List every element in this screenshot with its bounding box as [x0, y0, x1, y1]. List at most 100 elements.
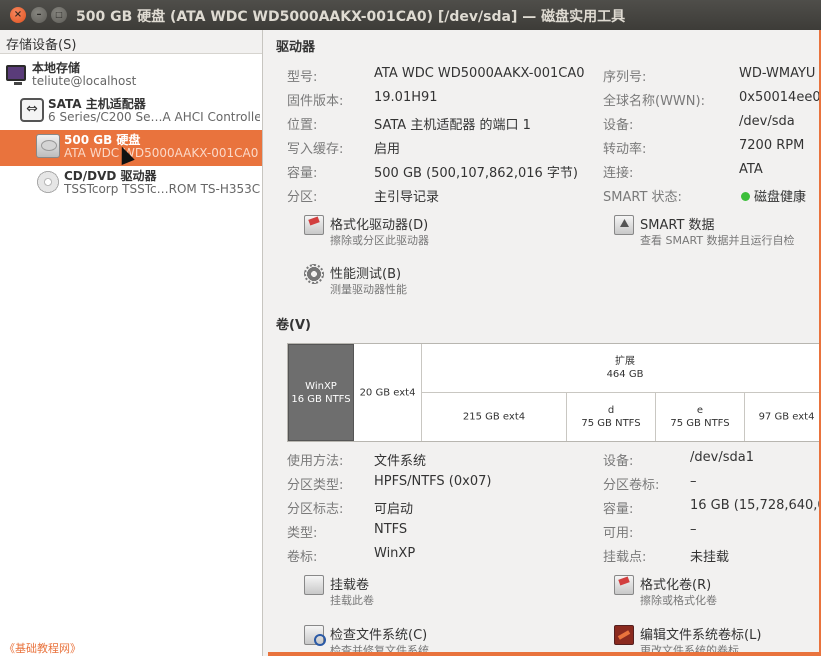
vol-mount-point-value: 未挂载 [690, 550, 730, 565]
drive-connection-value: ATA [739, 162, 763, 177]
drive-connection-label: 连接: [603, 166, 634, 181]
partition-winxp[interactable]: WinXP 16 GB NTFS [288, 344, 354, 441]
drive-smart-value: 磁盘健康 [741, 186, 806, 205]
format-drive-desc: 擦除或分区此驱动器 [330, 234, 429, 247]
partition-size: 215 GB ext4 [462, 411, 526, 423]
partition-name: d [607, 405, 615, 416]
cdrom-icon [36, 170, 60, 194]
partition-extended[interactable]: 扩展 464 GB [422, 344, 821, 393]
format-volume-desc: 擦除或格式化卷 [640, 594, 717, 607]
vol-capacity-label: 容量: [603, 502, 634, 517]
drive-device-label: 设备: [603, 118, 634, 133]
vol-available-label: 可用: [603, 526, 634, 541]
sidebar-item-subtitle: teliute@localhost [32, 74, 137, 88]
partition-size: 20 GB ext4 [359, 387, 416, 398]
drive-serial-label: 序列号: [603, 70, 647, 85]
partition-ext4-20gb[interactable]: 20 GB ext4 [354, 344, 422, 441]
mount-volume-desc: 挂载此卷 [330, 594, 374, 607]
volume-map: WinXP 16 GB NTFS 20 GB ext4 扩展 464 GB 215 … [287, 343, 821, 442]
drive-capacity-label: 容量: [287, 166, 318, 181]
sidebar-item-subtitle: TSSTcorp TSSTc…ROM TS-H353C [64, 182, 260, 196]
drive-location-label: 位置: [287, 118, 318, 133]
vol-device-value: /dev/sda1 [690, 450, 754, 465]
benchmark-icon [304, 264, 324, 284]
sidebar-item-subtitle: 6 Series/C200 Se…A AHCI Controller [48, 110, 260, 124]
sidebar-item-local-storage[interactable]: 本地存储 teliute@localhost [0, 58, 262, 94]
partition-size: 16 GB NTFS [291, 393, 351, 405]
partition-name: 扩展 [615, 356, 635, 367]
vol-label-label: 卷标: [287, 550, 318, 565]
format-drive-icon [304, 215, 324, 235]
drive-write-cache-value: 启用 [374, 142, 401, 157]
maximize-window-button[interactable]: □ [51, 7, 67, 23]
drive-model-value: ATA WDC WD5000AAKX-001CA0 [374, 66, 585, 81]
sata-adapter-icon: ⇔ [20, 98, 44, 122]
benchmark-label: 性能测试(B) [330, 267, 402, 282]
main-panel: 驱动器 型号: ATA WDC WD5000AAKX-001CA0 固件版本: … [264, 30, 821, 656]
check-filesystem-icon [304, 625, 326, 646]
vol-usage-label: 使用方法: [287, 454, 344, 469]
smart-status-text: 磁盘健康 [754, 190, 807, 205]
vol-mount-point-label: 挂载点: [603, 550, 647, 565]
vol-type-value: NTFS [374, 522, 408, 537]
smart-data-label: SMART 数据 [640, 218, 715, 233]
hard-disk-icon [36, 134, 60, 158]
format-volume-icon [614, 575, 634, 595]
partition-size: 97 GB ext4 [758, 411, 815, 423]
drive-device-value: /dev/sda [739, 114, 795, 129]
mount-volume-icon [304, 575, 324, 595]
drive-partitioning-value: 主引导记录 [374, 190, 440, 205]
partition-name: WinXP [305, 380, 337, 392]
vol-partition-type-label: 分区类型: [287, 478, 344, 493]
drive-model-label: 型号: [287, 70, 318, 85]
check-filesystem-label: 检查文件系统(C) [330, 628, 428, 643]
monitor-icon [6, 65, 26, 85]
partition-e[interactable]: e 75 GB NTFS [656, 393, 745, 441]
window-title: 500 GB 硬盘 (ATA WDC WD5000AAKX-001CA0) [/… [76, 9, 626, 25]
partition-size: 75 GB NTFS [670, 418, 730, 429]
vol-type-label: 类型: [287, 526, 318, 541]
sidebar-item-sata-adapter[interactable]: ⇔ SATA 主机适配器 6 Series/C200 Se…A AHCI Con… [0, 94, 262, 130]
drive-firmware-value: 19.01H91 [374, 90, 438, 105]
edit-fs-label-icon [614, 625, 634, 645]
drive-wwn-label: 全球名称(WWN): [603, 94, 705, 109]
drive-write-cache-label: 写入缓存: [287, 142, 344, 157]
drive-capacity-value: 500 GB (500,107,862,016 字节) [374, 166, 578, 181]
close-window-button[interactable]: × [10, 7, 26, 23]
partition-d[interactable]: d 75 GB NTFS [567, 393, 656, 441]
benchmark-desc: 测量驱动器性能 [330, 283, 407, 296]
drive-section-title: 驱动器 [276, 40, 316, 55]
vol-partition-label-label: 分区卷标: [603, 478, 660, 493]
format-volume-label: 格式化卷(R) [640, 578, 712, 593]
storage-devices-sidebar: 存储设备(S) 本地存储 teliute@localhost ⇔ SATA 主机… [0, 30, 263, 656]
mount-volume-label: 挂载卷 [330, 578, 370, 593]
volumes-section-title: 卷(V) [276, 318, 311, 333]
drive-wwn-value: 0x50014ee0 [739, 90, 821, 105]
smart-data-desc: 查看 SMART 数据并且运行自检 [640, 234, 795, 247]
partition-size: 75 GB NTFS [581, 418, 641, 429]
edit-fs-label-label: 编辑文件系统卷标(L) [640, 628, 762, 643]
partition-size: 464 GB [606, 369, 644, 380]
drive-location-value: SATA 主机适配器 的端口 1 [374, 118, 531, 133]
partition-ext4-215gb[interactable]: 215 GB ext4 [422, 393, 567, 441]
drive-rotation-value: 7200 RPM [739, 138, 805, 153]
minimize-window-button[interactable]: – [31, 7, 47, 23]
smart-data-icon [614, 215, 634, 235]
smart-status-icon [741, 192, 750, 201]
drive-serial-value: WD-WMAYU [739, 66, 816, 81]
vol-available-value: – [690, 522, 697, 537]
vol-partition-label-value: – [690, 474, 697, 489]
title-bar: × – □ 500 GB 硬盘 (ATA WDC WD5000AAKX-001C… [0, 0, 821, 30]
sidebar-item-cd-dvd[interactable]: CD/DVD 驱动器 TSSTcorp TSSTc…ROM TS-H353C [0, 166, 262, 202]
vol-capacity-value: 16 GB (15,728,640,0 [690, 498, 821, 513]
vol-device-label: 设备: [603, 454, 634, 469]
drive-partitioning-label: 分区: [287, 190, 318, 205]
bottom-accent-bar [268, 652, 821, 656]
sidebar-header: 存储设备(S) [0, 30, 262, 54]
vol-flags-value: 可启动 [374, 502, 414, 517]
vol-label-value: WinXP [374, 546, 416, 561]
sidebar-item-subtitle: ATA WDC WD5000AAKX-001CA0 [64, 146, 259, 160]
partition-name: e [696, 405, 704, 416]
partition-ext4-97gb[interactable]: 97 GB ext4 [745, 393, 821, 441]
drive-smart-label: SMART 状态: [603, 190, 682, 205]
